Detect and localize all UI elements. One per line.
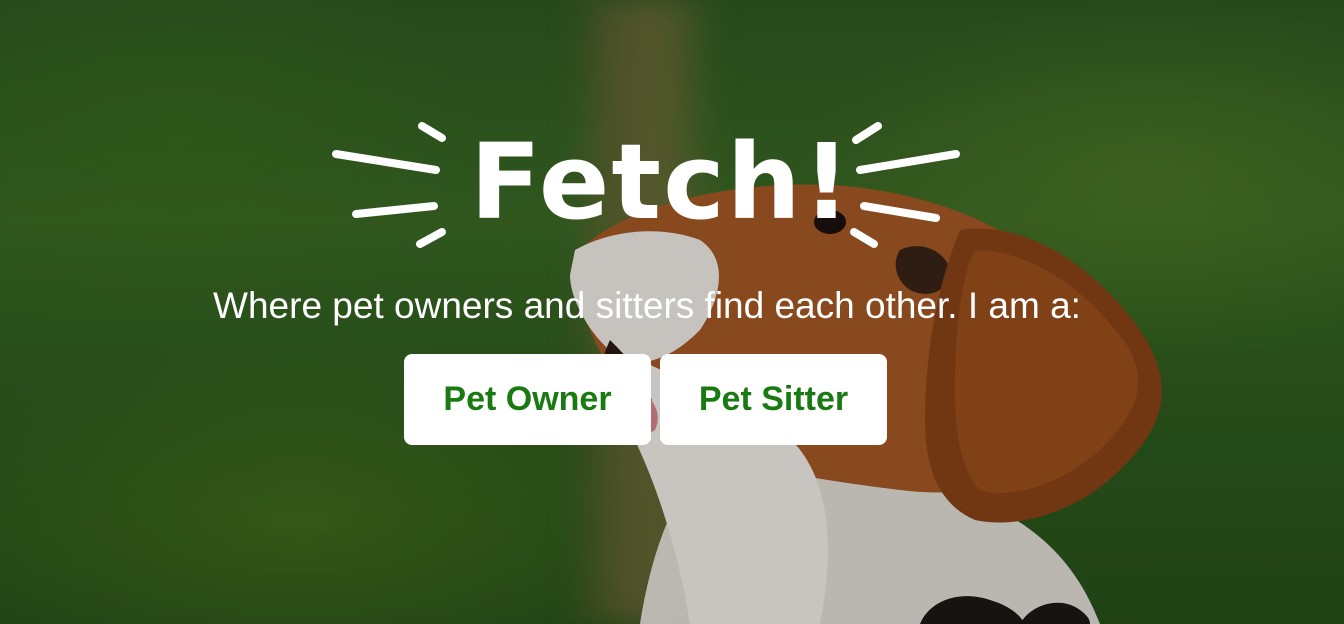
hero-section: Fetch! Where pet owners and sitters find…: [0, 0, 1344, 624]
fetch-logo: Fetch!: [330, 118, 962, 258]
pet-sitter-button[interactable]: Pet Sitter: [660, 354, 887, 445]
logo-text: Fetch!: [470, 121, 853, 243]
hero-content: Fetch! Where pet owners and sitters find…: [0, 0, 1344, 624]
pet-owner-button[interactable]: Pet Owner: [404, 354, 651, 445]
tagline: Where pet owners and sitters find each o…: [213, 285, 1081, 326]
